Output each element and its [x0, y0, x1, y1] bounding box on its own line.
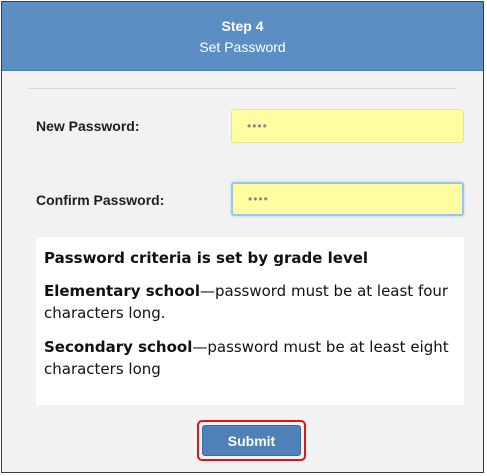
submit-button[interactable]: Submit [202, 425, 301, 456]
elementary-criteria: Elementary school—password must be at le… [44, 280, 456, 324]
set-password-panel: Step 4 Set Password New Password: Confir… [1, 1, 484, 473]
panel-header: Step 4 Set Password [2, 2, 483, 71]
new-password-field[interactable] [231, 109, 464, 143]
divider [28, 88, 457, 89]
confirm-password-field[interactable] [231, 182, 464, 216]
elementary-school-label: Elementary school [44, 282, 200, 300]
password-criteria-box: Password criteria is set by grade level … [36, 237, 464, 405]
confirm-password-label: Confirm Password: [36, 192, 165, 208]
new-password-label: New Password: [36, 118, 140, 134]
step-title: Step 4 [221, 18, 264, 34]
secondary-criteria: Secondary school—password must be at lea… [44, 336, 456, 380]
criteria-heading: Password criteria is set by grade level [44, 249, 369, 267]
submit-highlight: Submit [197, 420, 306, 461]
step-subtitle: Set Password [199, 39, 286, 55]
secondary-school-label: Secondary school [44, 338, 193, 356]
